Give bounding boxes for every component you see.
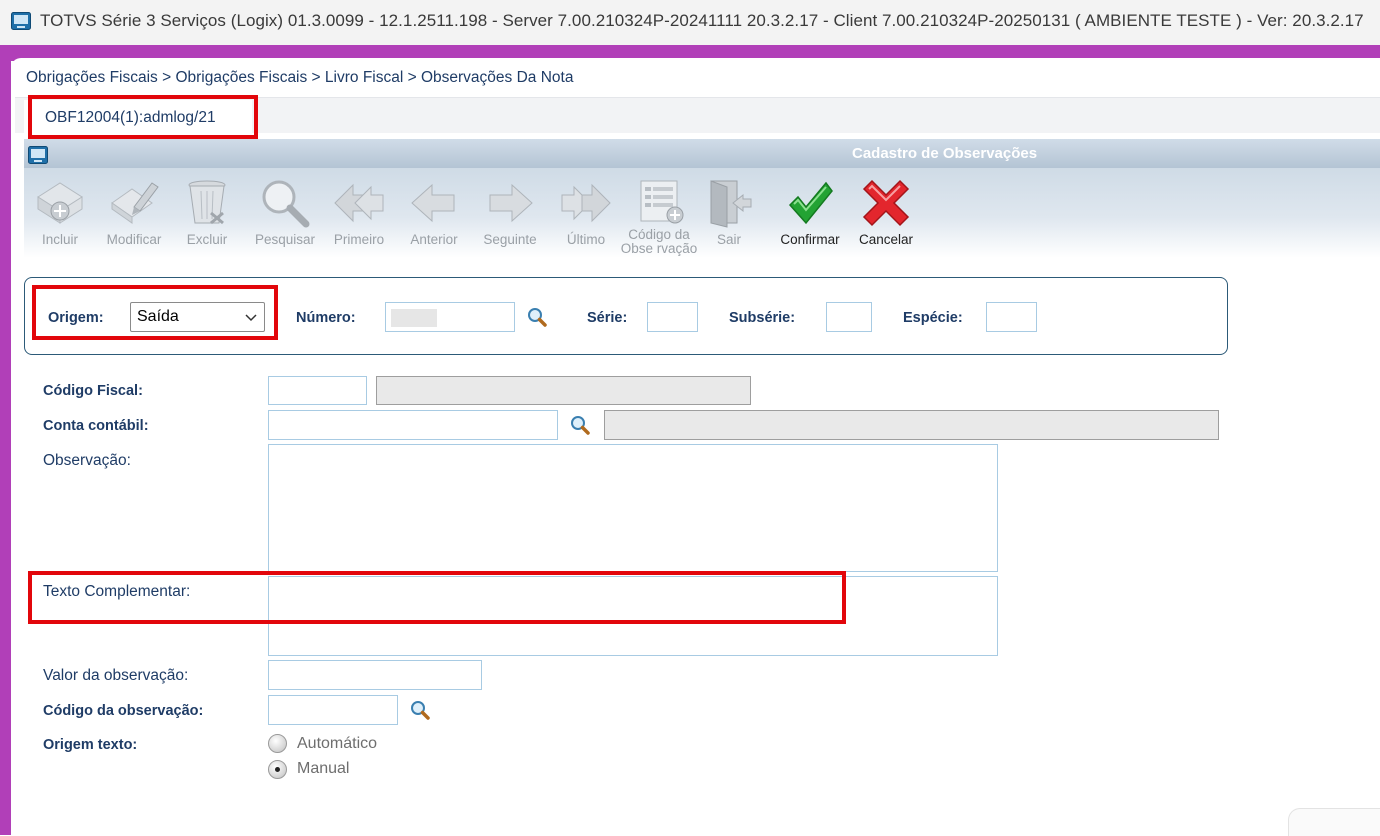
anterior-label: Anterior bbox=[410, 232, 458, 247]
trash-icon bbox=[188, 180, 226, 225]
modificar-button[interactable]: Modificar bbox=[99, 168, 169, 258]
confirmar-button[interactable]: Confirmar bbox=[775, 168, 845, 258]
window-icon bbox=[28, 146, 48, 164]
add-document-icon bbox=[37, 182, 83, 224]
incluir-label: Incluir bbox=[41, 232, 78, 247]
cancel-x-icon bbox=[862, 179, 910, 227]
highlight-origem bbox=[32, 285, 278, 340]
valor-observacao-label: Valor da observação: bbox=[43, 667, 189, 684]
codigo-fiscal-description bbox=[376, 376, 751, 405]
app-icon bbox=[11, 12, 31, 30]
first-record-icon bbox=[334, 183, 384, 223]
conta-contabil-search-icon[interactable] bbox=[570, 415, 590, 435]
radio-manual-label: Manual bbox=[297, 760, 350, 777]
conta-contabil-input[interactable] bbox=[268, 410, 558, 440]
cancelar-button[interactable]: Cancelar bbox=[851, 168, 921, 258]
radio-automatico-label: Automático bbox=[297, 735, 378, 752]
observacao-label: Observação: bbox=[43, 452, 131, 469]
anterior-button[interactable]: Anterior bbox=[399, 168, 469, 258]
checkmark-icon bbox=[788, 181, 833, 225]
confirmar-label: Confirmar bbox=[780, 232, 840, 247]
corner-widget bbox=[1288, 808, 1380, 836]
seguinte-label: Seguinte bbox=[483, 232, 537, 247]
incluir-button[interactable]: Incluir bbox=[25, 168, 95, 258]
codigo-observacao-button[interactable]: Código da Obse rvação bbox=[621, 168, 697, 258]
especie-label: Espécie: bbox=[903, 310, 963, 326]
subserie-label: Subsérie: bbox=[729, 310, 796, 326]
pesquisar-button[interactable]: Pesquisar bbox=[250, 168, 320, 258]
previous-record-icon bbox=[411, 183, 455, 223]
search-icon bbox=[262, 180, 310, 228]
excluir-label: Excluir bbox=[186, 232, 228, 247]
ultimo-button[interactable]: Último bbox=[551, 168, 621, 258]
origem-texto-label: Origem texto: bbox=[43, 737, 138, 753]
next-record-icon bbox=[489, 183, 533, 223]
primeiro-label: Primeiro bbox=[333, 232, 385, 247]
observacao-textarea[interactable] bbox=[268, 444, 998, 572]
modificar-label: Modificar bbox=[106, 232, 162, 247]
codigo-observacao-search-icon[interactable] bbox=[410, 700, 430, 720]
edit-icon bbox=[111, 182, 159, 224]
window-title-bar: TOTVS Série 3 Serviços (Logix) 01.3.0099… bbox=[0, 0, 1380, 45]
exit-door-icon bbox=[710, 180, 752, 228]
subserie-input[interactable] bbox=[826, 302, 872, 332]
seguinte-button[interactable]: Seguinte bbox=[475, 168, 545, 258]
radio-automatico[interactable] bbox=[268, 734, 287, 753]
codigo-observacao-input[interactable] bbox=[268, 695, 398, 725]
primeiro-button[interactable]: Primeiro bbox=[324, 168, 394, 258]
numero-input[interactable] bbox=[385, 302, 515, 332]
conta-contabil-label: Conta contábil: bbox=[43, 418, 149, 434]
breadcrumb[interactable]: Obrigações Fiscais > Obrigações Fiscais … bbox=[26, 69, 573, 87]
last-record-icon bbox=[561, 183, 611, 223]
toolbar: Incluir Modificar Excluir Pesquisar Prim… bbox=[24, 168, 1380, 258]
ultimo-label: Último bbox=[566, 232, 606, 247]
highlight-texto-complementar bbox=[28, 571, 846, 624]
numero-value-placeholder bbox=[391, 309, 437, 327]
serie-label: Série: bbox=[587, 310, 628, 326]
document-list-icon bbox=[640, 180, 684, 224]
cancelar-label: Cancelar bbox=[858, 232, 914, 247]
pesquisar-label: Pesquisar bbox=[254, 232, 316, 247]
conta-contabil-description bbox=[604, 410, 1219, 440]
valor-observacao-input[interactable] bbox=[268, 660, 482, 690]
excluir-button[interactable]: Excluir bbox=[172, 168, 242, 258]
window-title: TOTVS Série 3 Serviços (Logix) 01.3.0099… bbox=[40, 11, 1364, 30]
sair-label: Sair bbox=[716, 232, 741, 247]
codigo-observacao-label: Código da observação: bbox=[43, 703, 204, 719]
frame-left bbox=[0, 45, 11, 835]
numero-label: Número: bbox=[296, 310, 356, 326]
highlight-tab bbox=[28, 95, 258, 139]
numero-search-icon[interactable] bbox=[527, 307, 547, 327]
codigo-fiscal-label: Código Fiscal: bbox=[43, 383, 143, 399]
especie-input[interactable] bbox=[986, 302, 1037, 332]
radio-selected-dot bbox=[275, 767, 280, 772]
serie-input[interactable] bbox=[647, 302, 698, 332]
form-window-header: Cadastro de Observações bbox=[24, 139, 1380, 168]
form-window-title: Cadastro de Observações bbox=[852, 145, 1038, 162]
codigo-fiscal-input[interactable] bbox=[268, 376, 367, 405]
sair-button[interactable]: Sair bbox=[694, 168, 764, 258]
radio-manual[interactable] bbox=[268, 760, 287, 779]
